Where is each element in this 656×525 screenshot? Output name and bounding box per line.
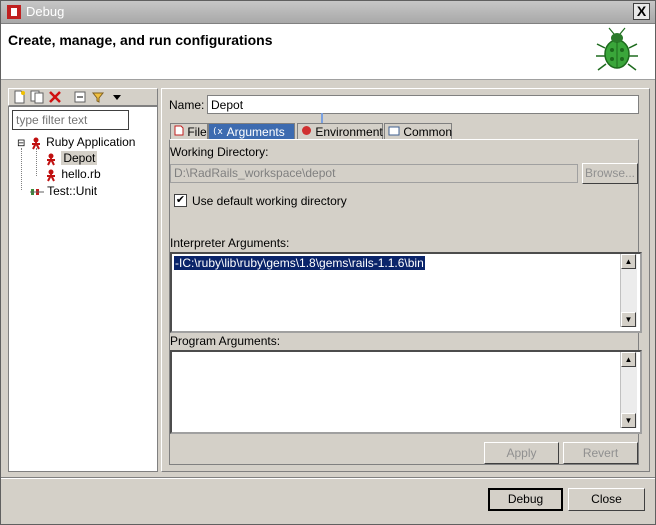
- interpreter-scrollbar[interactable]: ▲ ▼: [620, 254, 637, 327]
- tab-label: File: [187, 125, 207, 139]
- debug-button[interactable]: Debug: [488, 488, 563, 511]
- debug-app-icon: [7, 5, 21, 19]
- working-dir-input: D:\RadRails_workspace\depot: [170, 164, 578, 183]
- scroll-up-icon[interactable]: ▲: [621, 352, 636, 367]
- chevron-down-icon[interactable]: [110, 90, 124, 104]
- tree-item-depot[interactable]: Depot: [44, 151, 98, 166]
- window-title: Debug: [26, 4, 65, 19]
- name-label: Name:: [169, 98, 205, 112]
- apply-button[interactable]: Apply: [484, 442, 559, 464]
- tree-connector: [21, 148, 22, 190]
- browse-button[interactable]: Browse...: [582, 163, 638, 184]
- collapse-all-icon[interactable]: [73, 90, 87, 104]
- close-window-button[interactable]: X: [633, 3, 650, 20]
- environment-icon: [302, 126, 311, 135]
- use-default-label: Use default working directory: [192, 194, 347, 208]
- scroll-up-icon[interactable]: ▲: [621, 254, 636, 269]
- tree-item-label: Ruby Application: [46, 135, 136, 149]
- ruby-launch-icon: [47, 169, 55, 182]
- tree-item-test-unit[interactable]: Test::Unit: [30, 184, 97, 198]
- arguments-icon: (x): [212, 127, 228, 137]
- tree-item-ruby-application[interactable]: ⊟ Ruby Application: [17, 135, 135, 150]
- test-unit-icon: [30, 188, 44, 195]
- tree-item-label: Test::Unit: [47, 184, 98, 198]
- tab-arguments[interactable]: (x) Arguments: [208, 123, 295, 140]
- tab-label: Arguments: [226, 125, 285, 139]
- interpreter-args-value: -IC:\ruby\lib\ruby\gems\1.8\gems\rails-1…: [174, 256, 425, 270]
- filter-input[interactable]: [12, 110, 129, 130]
- working-dir-label: Working Directory:: [170, 145, 269, 159]
- config-toolbar: [8, 88, 158, 106]
- title-bar: Debug X: [0, 0, 656, 24]
- tab-label: Environment: [315, 125, 383, 139]
- common-icon: [388, 126, 400, 136]
- separator: [0, 477, 656, 479]
- interpreter-args-label: Interpreter Arguments:: [170, 236, 290, 250]
- tab-label: Common: [403, 125, 453, 139]
- tab-common[interactable]: Common: [384, 123, 452, 140]
- header-title: Create, manage, and run configurations: [8, 32, 273, 48]
- revert-button[interactable]: Revert: [563, 442, 638, 464]
- tree-connector: [36, 148, 37, 176]
- duplicate-icon[interactable]: [30, 90, 44, 104]
- tab-environment[interactable]: Environment: [297, 123, 383, 140]
- tree-item-label: hello.rb: [61, 167, 101, 181]
- program-args-label: Program Arguments:: [170, 334, 281, 348]
- file-icon: [174, 125, 184, 136]
- config-name-input[interactable]: [207, 95, 639, 114]
- new-config-icon[interactable]: [12, 90, 26, 104]
- filter-icon[interactable]: [91, 90, 105, 104]
- tree-item-label: Depot: [61, 151, 98, 165]
- tab-file[interactable]: File: [170, 123, 208, 140]
- program-args-textarea[interactable]: [170, 350, 642, 434]
- close-button[interactable]: Close: [568, 488, 645, 511]
- scroll-down-icon[interactable]: ▼: [621, 413, 636, 428]
- ruby-launch-icon: [47, 153, 55, 166]
- dialog-header: Create, manage, and run configurations: [0, 24, 656, 80]
- scroll-down-icon[interactable]: ▼: [621, 312, 636, 327]
- bug-icon: [596, 27, 638, 71]
- program-scrollbar[interactable]: ▲ ▼: [620, 352, 637, 428]
- tree-item-hello-rb[interactable]: hello.rb: [44, 167, 101, 182]
- drag-handle: [321, 113, 323, 123]
- use-default-checkbox[interactable]: ✔: [174, 194, 187, 207]
- svg-text:(x): (x): [212, 127, 224, 136]
- delete-icon[interactable]: [48, 90, 62, 104]
